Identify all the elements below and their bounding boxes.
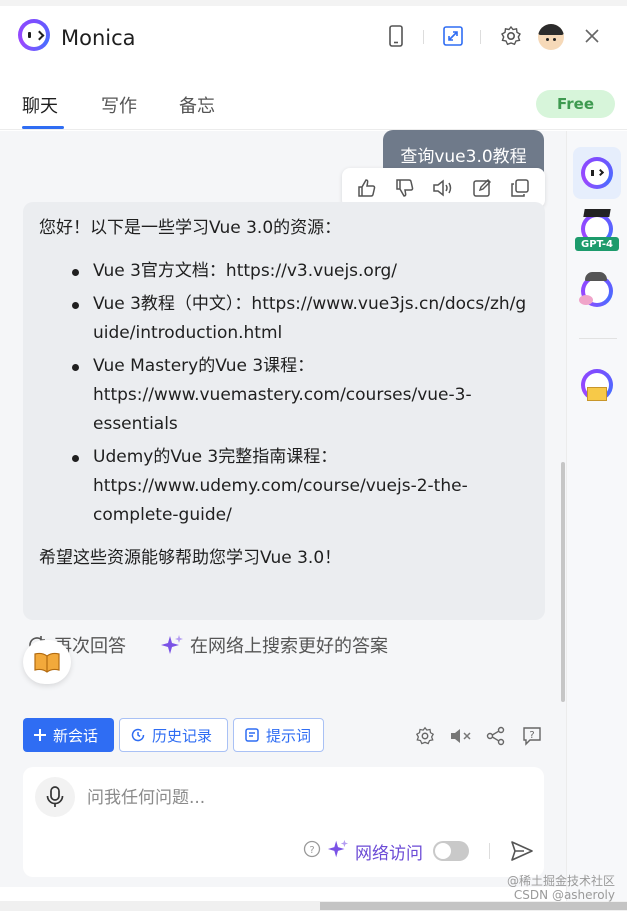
- watermark: @稀土掘金技术社区 CSDN @asheroly: [507, 874, 615, 902]
- chat-toolbar: 新会话 历史记录 提示词 ?: [0, 703, 566, 767]
- thumbs-down-icon[interactable]: [394, 177, 416, 199]
- history-icon: [131, 728, 145, 742]
- header-divider: [423, 30, 424, 44]
- web-access-label: 网络访问: [355, 843, 423, 864]
- user-avatar[interactable]: [538, 24, 564, 50]
- monica-logo-icon: [18, 19, 50, 51]
- rail-divider: [579, 338, 617, 339]
- speaker-icon[interactable]: [432, 177, 454, 199]
- history-label: 历史记录: [152, 726, 213, 745]
- chat-scrollbar[interactable]: [561, 462, 565, 702]
- answer-intro: 您好！以下是一些学习Vue 3.0的资源：: [39, 218, 342, 238]
- new-chat-label: 新会话: [53, 726, 99, 745]
- reading-mode-button[interactable]: [23, 640, 71, 684]
- footer-divider: [489, 843, 490, 859]
- plus-icon: [34, 729, 46, 741]
- composer: ? 网络访问: [0, 767, 566, 887]
- tab-write[interactable]: 写作: [101, 92, 137, 118]
- bot-rail: GPT-4: [566, 131, 627, 910]
- monica-bot-icon[interactable]: [577, 153, 617, 193]
- svg-text:?: ?: [529, 730, 534, 741]
- thumbs-up-icon[interactable]: [356, 177, 378, 199]
- artist-bot-icon[interactable]: [577, 271, 617, 311]
- send-icon[interactable]: [510, 840, 534, 862]
- tab-chat[interactable]: 聊天: [22, 92, 58, 118]
- watermark-line: CSDN @asheroly: [513, 888, 615, 902]
- edit-icon[interactable]: [471, 177, 493, 199]
- composer-footer: ? 网络访问: [303, 838, 534, 864]
- microphone-icon[interactable]: [35, 777, 75, 817]
- sparkle-icon: [327, 838, 349, 864]
- mobile-icon[interactable]: [384, 24, 408, 48]
- list-item: Vue 3教程（中文）：https://www.vue3js.cn/docs/z…: [61, 290, 529, 348]
- header-divider: [480, 30, 481, 44]
- help-circle-icon[interactable]: ?: [303, 840, 321, 862]
- share-icon[interactable]: [485, 725, 507, 747]
- new-chat-button[interactable]: 新会话: [23, 718, 114, 752]
- history-button[interactable]: 历史记录: [119, 718, 228, 752]
- answer-followups: 再次回答 在网络上搜索更好的答案: [26, 632, 388, 658]
- monica-panel: Monica 聊天 写作 备忘 Free 查询vue3.0教程 您好！以下是一些…: [0, 0, 627, 911]
- chat-settings-gear-icon[interactable]: [414, 725, 436, 747]
- list-item: Vue Mastery的Vue 3课程：https://www.vuemaste…: [61, 352, 529, 439]
- expand-icon[interactable]: [441, 24, 465, 48]
- watermark-line: @稀土掘金技术社区: [506, 874, 615, 888]
- tab-memo[interactable]: 备忘: [179, 92, 215, 118]
- prompt-icon: [245, 728, 259, 742]
- search-better-button[interactable]: 在网络上搜索更好的答案: [160, 632, 388, 658]
- settings-gear-icon[interactable]: [499, 24, 523, 48]
- prompts-button[interactable]: 提示词: [233, 718, 324, 752]
- gpt4-tag: GPT-4: [575, 237, 619, 251]
- resource-list: Vue 3官方文档：https://v3.vuejs.org/ Vue 3教程（…: [39, 257, 529, 530]
- composer-box: ? 网络访问: [23, 767, 544, 877]
- copy-icon[interactable]: [509, 177, 531, 199]
- active-tab-indicator: [22, 126, 64, 129]
- list-item: Vue 3官方文档：https://v3.vuejs.org/: [61, 257, 529, 286]
- sparkle-icon: [161, 635, 183, 654]
- mute-icon[interactable]: [450, 725, 472, 747]
- list-item: Udemy的Vue 3完整指南课程：https://www.udemy.com/…: [61, 443, 529, 530]
- answer-outro: 希望这些资源能够帮助您学习Vue 3.0！: [39, 548, 342, 568]
- mail-bot-icon[interactable]: [577, 365, 617, 405]
- assistant-answer: 您好！以下是一些学习Vue 3.0的资源： Vue 3官方文档：https://…: [23, 202, 545, 620]
- mode-tabs: 聊天 写作 备忘: [0, 76, 627, 130]
- book-icon: [34, 652, 60, 673]
- svg-text:?: ?: [309, 845, 314, 856]
- free-plan-badge[interactable]: Free: [536, 90, 615, 118]
- search-better-label: 在网络上搜索更好的答案: [190, 636, 388, 657]
- web-access-toggle[interactable]: [433, 841, 469, 861]
- message-input[interactable]: [87, 781, 507, 815]
- prompts-label: 提示词: [266, 726, 312, 745]
- horizontal-scrollbar-thumb[interactable]: [320, 902, 627, 910]
- app-title: Monica: [61, 26, 136, 50]
- close-icon[interactable]: [580, 24, 604, 48]
- help-feedback-icon[interactable]: ?: [521, 725, 543, 747]
